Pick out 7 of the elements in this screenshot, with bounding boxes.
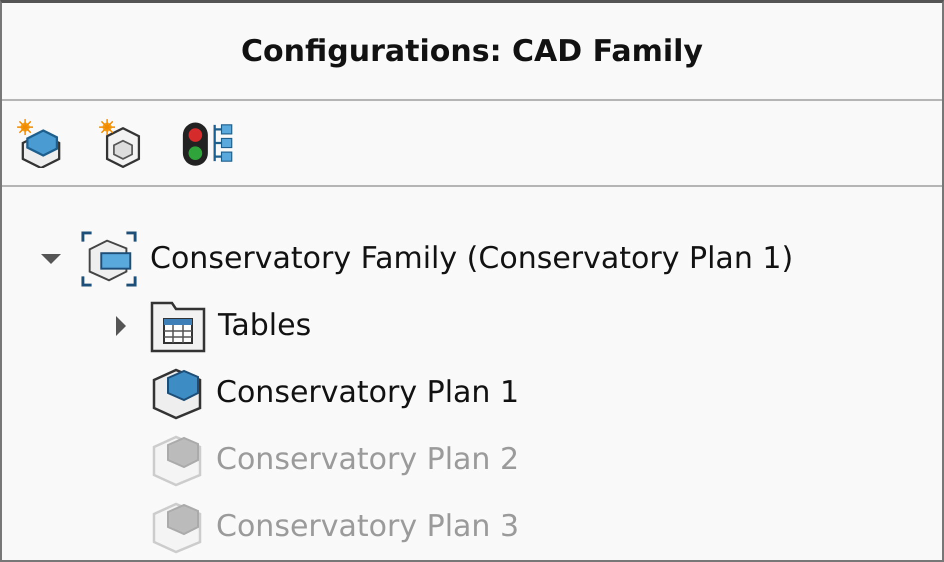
tree-item[interactable]: Tables [218, 308, 312, 343]
collapse-arrow-icon[interactable] [41, 254, 61, 264]
assembly-box-icon [80, 230, 138, 288]
expand-arrow-icon[interactable] [116, 316, 126, 336]
panel-title: Configurations: CAD Family [241, 34, 703, 68]
tree-item[interactable]: Conservatory Family (Conservatory Plan 1) [150, 241, 794, 276]
tree-item[interactable]: Conservatory Plan 1 [216, 375, 520, 410]
